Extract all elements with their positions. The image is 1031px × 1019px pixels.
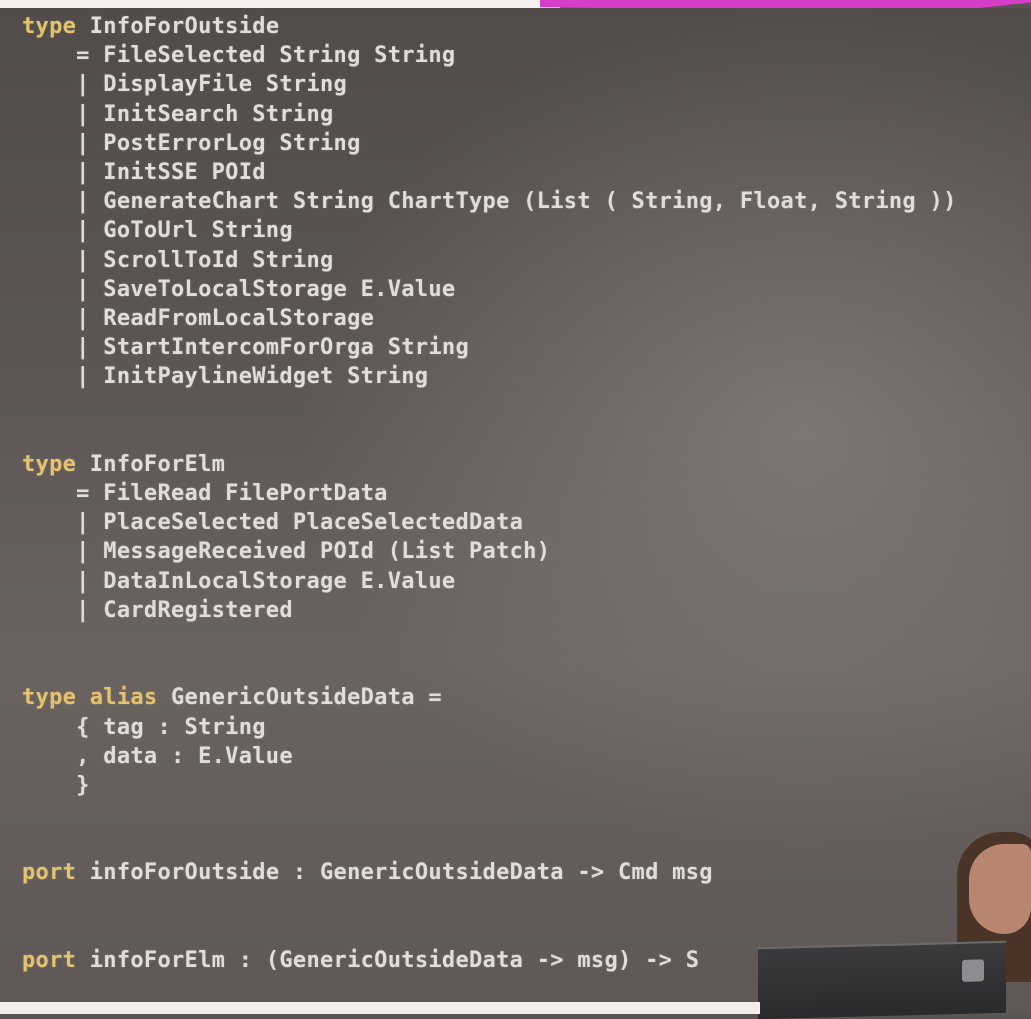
code-line: type InfoForOutside [22, 14, 280, 39]
code-line: | InitPaylineWidget String [22, 364, 429, 390]
code-line: | PostErrorLog String [22, 130, 361, 156]
laptop-lid [758, 940, 1006, 1019]
code-line: | GoToUrl String [22, 218, 293, 244]
code-block: type InfoForOutside = FileSelected Strin… [22, 12, 1031, 975]
code-line: = FileRead FilePortData [22, 481, 388, 506]
code-line: | DataInLocalStorage E.Value [22, 568, 456, 594]
code-line: | InitSSE POId [22, 159, 266, 185]
code-line: port infoForOutside : GenericOutsideData… [22, 860, 713, 886]
code-line: , data : E.Value [22, 743, 293, 769]
slide-bottom-edge [0, 1002, 760, 1014]
code-line: | ReadFromLocalStorage [22, 305, 375, 331]
code-line: | StartIntercomForOrga String [22, 335, 469, 361]
code-line: } [22, 772, 90, 798]
code-line: | MessageReceived POId (List Patch) [22, 539, 551, 565]
code-line: | InitSearch String [22, 101, 334, 127]
projected-slide: type InfoForOutside = FileSelected Strin… [0, 8, 1031, 1014]
code-line: | PlaceSelected PlaceSelectedData [22, 510, 524, 536]
code-line: { tag : String [22, 714, 266, 740]
code-line: = FileSelected String String [22, 43, 456, 69]
code-line: | DisplayFile String [22, 72, 348, 98]
laptop-logo-icon [962, 959, 984, 982]
code-line: | GenerateChart String ChartType (List (… [22, 189, 957, 215]
slide-top-edge [0, 0, 560, 8]
presenter-face [969, 844, 1031, 934]
code-line: type alias GenericOutsideData = [22, 685, 442, 711]
code-line: type InfoForElm [22, 451, 226, 477]
code-line: | CardRegistered [22, 597, 293, 623]
code-line: | ScrollToId String [22, 247, 334, 273]
code-line: | SaveToLocalStorage E.Value [22, 276, 456, 302]
